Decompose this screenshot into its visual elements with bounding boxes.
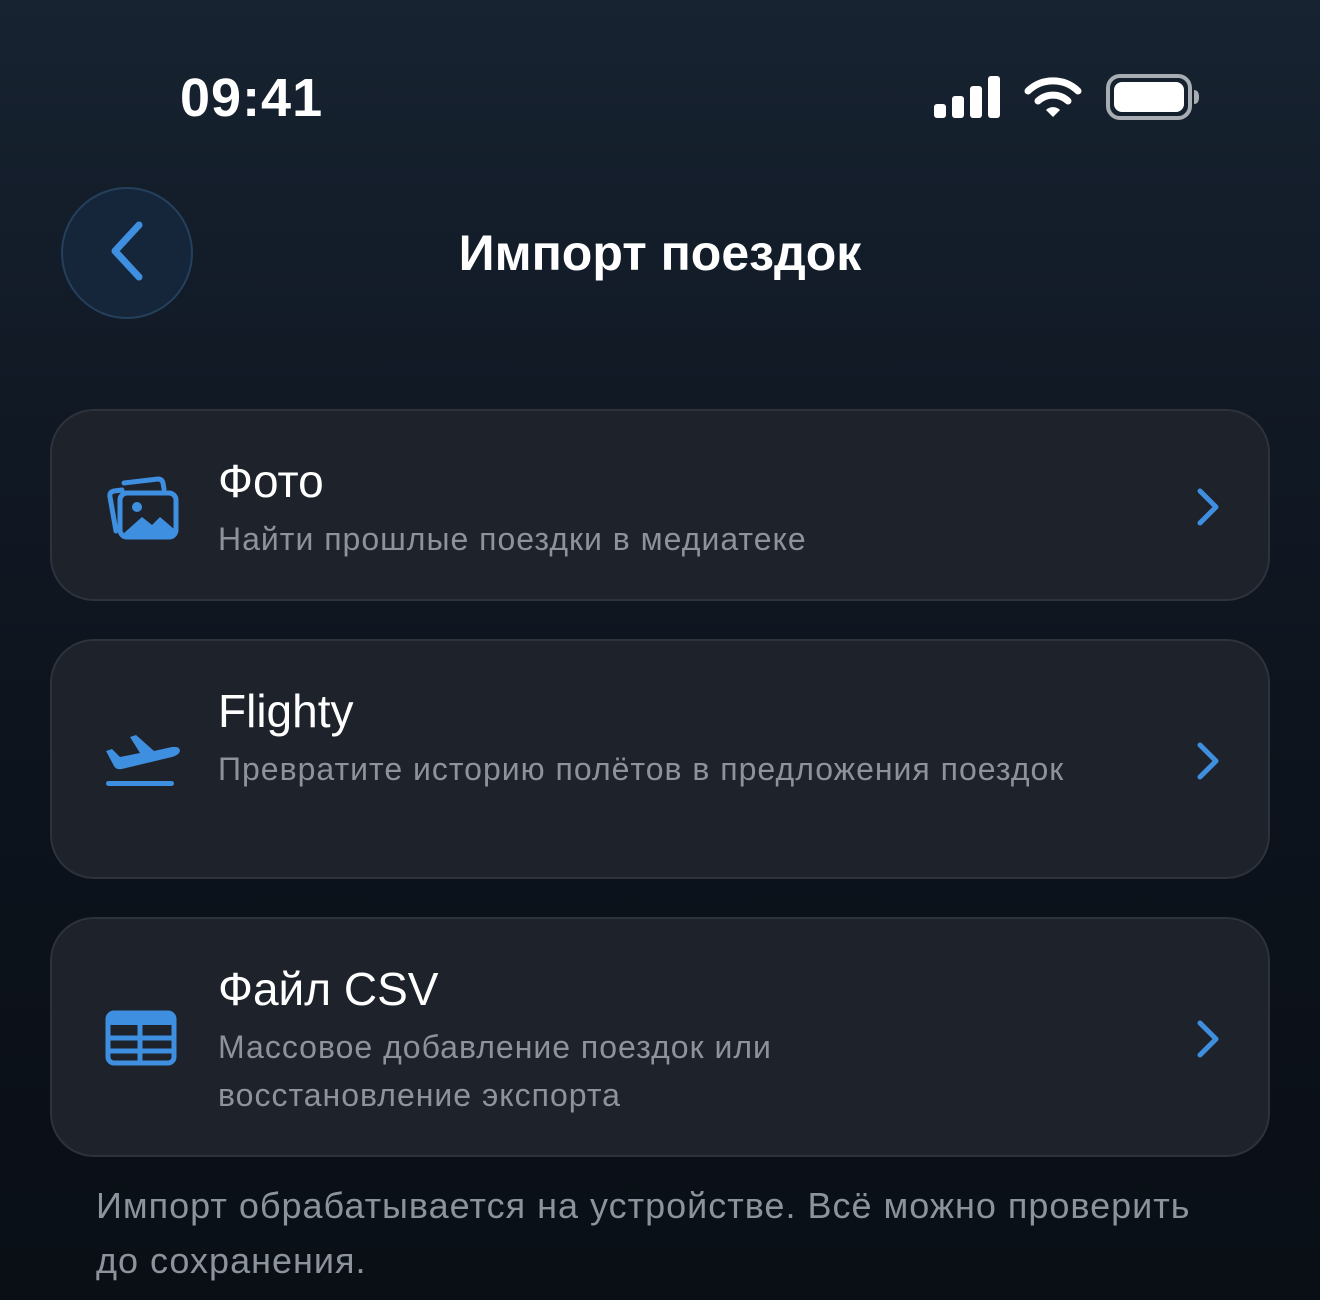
card-subtitle: Массовое добавление поездок или восстано… (218, 1029, 772, 1113)
card-text: Фото Найти прошлые поездки в медиатеке (218, 453, 1118, 563)
wifi-icon (1024, 75, 1082, 119)
import-source-photos[interactable]: Фото Найти прошлые поездки в медиатеке (50, 409, 1270, 601)
import-trips-screen: 09:41 Импорт поездок Фото Найти прошлые … (0, 0, 1320, 1300)
chevron-right-icon (1190, 483, 1226, 531)
battery-icon (1106, 74, 1200, 120)
card-subtitle: Превратите историю полётов в предложения… (218, 751, 1065, 787)
import-source-flighty[interactable]: Flighty Превратите историю полётов в пре… (50, 639, 1270, 879)
status-icons (934, 72, 1200, 122)
import-source-csv[interactable]: Файл CSV Массовое добавление поездок или… (50, 917, 1270, 1157)
card-title: Фото (218, 455, 324, 507)
footer-note: Импорт обрабатывается на устройстве. Всё… (96, 1185, 1191, 1281)
photos-icon (102, 471, 182, 551)
card-text: Flighty Превратите историю полётов в пре… (218, 683, 1118, 793)
status-time: 09:41 (180, 68, 324, 128)
card-title: Flighty (218, 685, 354, 737)
chevron-right-icon (1190, 737, 1226, 785)
card-text: Файл CSV Массовое добавление поездок или… (218, 961, 1118, 1119)
airplane-departure-icon (102, 721, 182, 801)
page-title: Импорт поездок (458, 225, 862, 281)
card-title: Файл CSV (218, 963, 439, 1015)
cellular-signal-icon (934, 76, 1000, 118)
card-subtitle: Найти прошлые поездки в медиатеке (218, 521, 807, 557)
table-icon (102, 999, 182, 1079)
chevron-right-icon (1190, 1015, 1226, 1063)
